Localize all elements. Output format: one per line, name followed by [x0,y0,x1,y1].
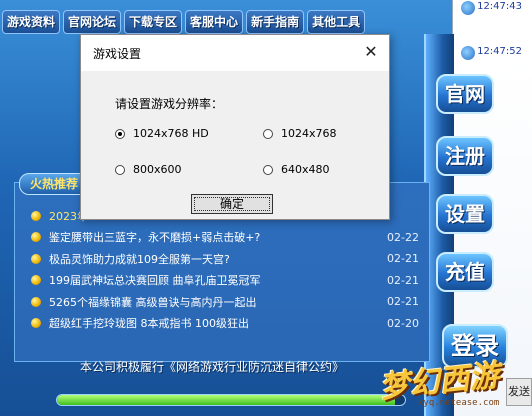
user-icon [461,46,475,60]
news-date: 02-21 [387,273,419,287]
top-nav: 游戏资料 官网论坛 下载专区 客服中心 新手指南 其他工具 [0,10,424,36]
send-button[interactable]: 发送 [506,378,532,406]
news-title[interactable]: 鉴定腰带出三蓝字，永不磨损+弱点击破+? [49,229,379,245]
news-title[interactable]: 5265个福缘锦囊 高级兽诀与高内丹一起出 [49,294,379,310]
bullet-icon [31,275,41,286]
tab-support[interactable]: 客服中心 [185,10,244,34]
list-item[interactable]: 极品灵饰助力成就109全服第一天宫? 02-21 [31,248,419,270]
radio-indicator[interactable] [263,164,273,175]
dialog-title: 游戏设置 [93,47,142,61]
anti-addiction-notice: 本公司积极履行《网络游戏行业防沉迷自律公约》 [79,360,344,374]
news-title[interactable]: 超级红手挖玲珑图 8本戒指书 100级狂出 [49,315,379,331]
register-button[interactable]: 注册 [436,136,494,176]
radio-indicator[interactable] [115,164,125,175]
official-site-button[interactable]: 官网 [436,74,494,114]
radio-indicator[interactable] [115,128,125,139]
list-item[interactable]: 199届武神坛总决赛回顾 曲阜孔庙卫冕冠军 02-21 [31,270,419,292]
tab-newbie-guide[interactable]: 新手指南 [246,10,305,34]
tab-game-info[interactable]: 游戏资料 [2,10,61,34]
bullet-icon [31,210,41,221]
tab-forum[interactable]: 官网论坛 [63,10,122,34]
news-date: 02-20 [387,316,419,330]
settings-button[interactable]: 设置 [436,194,494,234]
progress-fill [57,395,395,405]
update-progress-bar [56,394,406,406]
chat-panel: 12:47:43 12:47:52 [452,0,532,60]
list-item[interactable]: 超级红手挖玲珑图 8本戒指书 100级狂出 02-20 [31,313,419,335]
radio-label: 800x600 [133,163,182,176]
recharge-button[interactable]: 充值 [436,252,494,292]
radio-640x480[interactable]: 640x480 [263,163,330,176]
news-list: 2023年 鉴定腰带出三蓝字，永不磨损+弱点击破+? 02-22 极品灵饰助力成… [31,205,419,334]
news-date: 02-21 [387,252,419,266]
radio-label: 1024x768 [281,127,337,140]
ok-button[interactable]: 确定 [191,194,273,214]
list-item[interactable]: 5265个福缘锦囊 高级兽诀与高内丹一起出 02-21 [31,291,419,313]
news-date: 02-22 [387,230,419,244]
radio-label: 640x480 [281,163,330,176]
list-item[interactable]: 鉴定腰带出三蓝字，永不磨损+弱点击破+? 02-22 [31,227,419,249]
tab-downloads[interactable]: 下载专区 [124,10,183,34]
news-title[interactable]: 极品灵饰助力成就109全服第一天宫? [49,251,379,267]
news-date: 02-21 [387,295,419,309]
user-icon [461,1,475,15]
radio-800x600[interactable]: 800x600 [115,163,182,176]
bullet-icon [31,253,41,264]
bullet-icon [31,232,41,243]
resolution-prompt: 请设置游戏分辨率： [115,97,224,111]
radio-1024x768[interactable]: 1024x768 [263,127,337,140]
news-title[interactable]: 199届武神坛总决赛回顾 曲阜孔庙卫冕冠军 [49,272,379,288]
radio-label: 1024x768 HD [133,127,209,140]
chat-timestamp: 12:47:52 [477,46,522,57]
dialog-titlebar: 游戏设置 ✕ [81,35,389,71]
chat-timestamp: 12:47:43 [477,1,522,12]
game-settings-dialog: 游戏设置 ✕ 请设置游戏分辨率： 1024x768 HD 1024x768 80… [80,34,390,220]
tab-other-tools[interactable]: 其他工具 [307,10,366,34]
bullet-icon [31,296,41,307]
dialog-body: 请设置游戏分辨率： 1024x768 HD 1024x768 800x600 6… [81,71,389,221]
radio-1024x768-hd[interactable]: 1024x768 HD [115,127,209,140]
bullet-icon [31,318,41,329]
radio-indicator[interactable] [263,128,273,139]
close-icon[interactable]: ✕ [353,35,389,71]
site-watermark: xyq.netease.com [418,398,500,408]
